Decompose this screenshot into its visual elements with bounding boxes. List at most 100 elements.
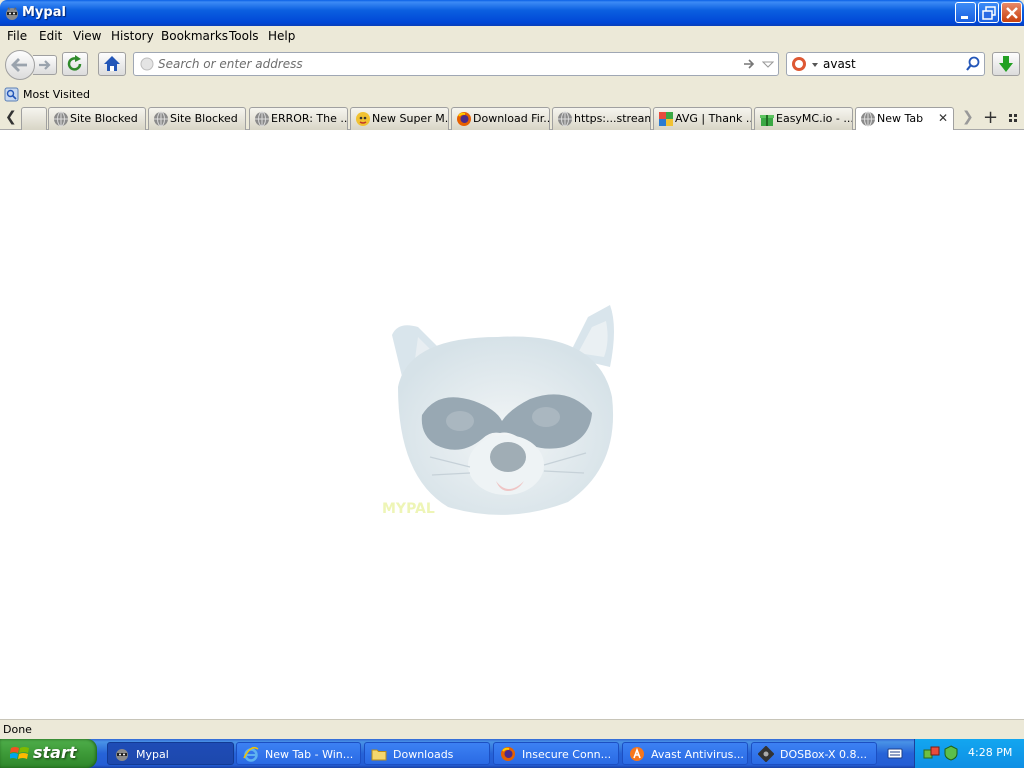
- scroll-tabs-left-button[interactable]: ❮: [5, 109, 17, 125]
- taskbar-item-avast[interactable]: Avast Antivirus...: [622, 742, 748, 765]
- tab-download-firefox[interactable]: Download Fir...: [451, 107, 550, 130]
- start-label: start: [33, 743, 77, 762]
- taskbar-item-label: New Tab - Win...: [265, 748, 354, 761]
- taskbar-item-label: Avast Antivirus...: [651, 748, 744, 761]
- tab-label: New Tab: [877, 112, 924, 125]
- menu-history[interactable]: History: [111, 29, 154, 43]
- minimize-icon: [961, 16, 968, 19]
- list-all-tabs-icon[interactable]: [1008, 112, 1020, 124]
- menu-help[interactable]: Help: [268, 29, 295, 43]
- forward-arrow-icon: [39, 60, 51, 70]
- tab-label: AVG | Thank ...: [675, 112, 752, 125]
- restore-icon: [982, 6, 996, 20]
- tab-strip: ❮ Site Blocked Site Blocked ERROR: The .…: [0, 106, 1024, 131]
- go-arrow-icon[interactable]: [742, 57, 756, 71]
- logo-text: MYPAL: [382, 501, 435, 517]
- history-dropdown-icon[interactable]: [762, 57, 774, 71]
- firefox-icon: [501, 747, 515, 761]
- tab-label: Site Blocked: [70, 112, 138, 125]
- reload-button[interactable]: [62, 52, 88, 76]
- menu-edit[interactable]: Edit: [39, 29, 62, 43]
- page-content: MYPAL: [0, 130, 1024, 719]
- taskbar-item-label: Mypal: [136, 748, 169, 761]
- mypal-raccoon-logo: MYPAL: [382, 305, 614, 517]
- taskbar-item-mypal[interactable]: Mypal: [107, 742, 234, 765]
- taskbar-item-downloads[interactable]: Downloads: [364, 742, 490, 765]
- menu-bar: File Edit View History Bookmarks Tools H…: [0, 26, 1024, 46]
- reload-icon: [67, 55, 82, 71]
- search-input[interactable]: avast: [823, 57, 856, 71]
- status-bar: Done: [0, 719, 1024, 739]
- tab-site-blocked-1[interactable]: Site Blocked: [48, 107, 146, 130]
- close-icon: [1006, 7, 1018, 19]
- address-bar[interactable]: [133, 52, 779, 76]
- download-arrow-icon: [999, 56, 1013, 72]
- tab-error[interactable]: ERROR: The ...: [249, 107, 348, 130]
- taskbar-item-label: Insecure Conn...: [522, 748, 612, 761]
- taskbar-item-label: Downloads: [393, 748, 454, 761]
- firefox-icon: [457, 112, 471, 126]
- keyboard-icon[interactable]: [887, 746, 903, 760]
- bookmark-most-visited[interactable]: Most Visited: [23, 88, 90, 101]
- tab-label: https:...stream: [574, 112, 651, 125]
- start-button[interactable]: start: [0, 739, 97, 768]
- tab-blank[interactable]: [21, 107, 47, 130]
- menu-view[interactable]: View: [73, 29, 101, 43]
- back-arrow-icon: [11, 58, 27, 72]
- close-button[interactable]: [1001, 2, 1022, 23]
- avg-icon: [659, 112, 673, 126]
- duckduckgo-icon[interactable]: [791, 56, 821, 72]
- back-button[interactable]: [5, 50, 35, 80]
- tab-https-stream[interactable]: https:...stream: [552, 107, 651, 130]
- raccoon-icon: [6, 7, 18, 20]
- ie-icon: [243, 746, 259, 762]
- window-title: Mypal: [22, 5, 66, 20]
- taskbar-item-insecure-connection[interactable]: Insecure Conn...: [493, 742, 619, 765]
- folder-icon: [371, 749, 387, 761]
- globe-icon: [54, 111, 68, 127]
- address-input[interactable]: [158, 56, 728, 72]
- raccoon-icon: [116, 749, 128, 761]
- shield-tray-icon[interactable]: [943, 745, 959, 761]
- minimize-button[interactable]: [955, 2, 976, 23]
- scroll-tabs-right-button[interactable]: ❯: [962, 109, 974, 125]
- most-visited-icon: [4, 87, 19, 102]
- forward-button[interactable]: [33, 55, 57, 75]
- tab-label: EasyMC.io - ...: [776, 112, 853, 125]
- search-bar[interactable]: avast: [786, 52, 985, 76]
- search-icon[interactable]: [965, 56, 981, 72]
- restore-button[interactable]: [978, 2, 999, 23]
- taskbar-item-new-tab-ie[interactable]: New Tab - Win...: [236, 742, 361, 765]
- taskbar-item-label: DOSBox-X 0.8...: [780, 748, 867, 761]
- tab-new-tab[interactable]: New Tab ✕: [855, 107, 954, 131]
- tab-avg-thank[interactable]: AVG | Thank ...: [653, 107, 752, 130]
- dosbox-icon: [758, 746, 774, 762]
- status-text: Done: [3, 723, 32, 736]
- tab-new-super-mario[interactable]: New Super M...: [350, 107, 449, 130]
- network-tray-icon[interactable]: [923, 745, 941, 761]
- tab-label: New Super M...: [372, 112, 449, 125]
- taskbar: start Mypal New Tab - Win... Downloads I…: [0, 739, 1024, 768]
- system-tray: 4:28 PM: [914, 739, 1024, 768]
- downloads-button[interactable]: [992, 52, 1020, 76]
- globe-icon: [558, 111, 572, 127]
- globe-icon: [861, 111, 875, 127]
- taskbar-item-dosbox[interactable]: DOSBox-X 0.8...: [751, 742, 877, 765]
- globe-icon: [154, 111, 168, 127]
- title-bar[interactable]: Mypal: [0, 0, 1024, 26]
- menu-bookmarks[interactable]: Bookmarks: [161, 29, 228, 43]
- home-button[interactable]: [98, 52, 126, 76]
- tab-label: ERROR: The ...: [271, 112, 348, 125]
- gift-icon: [760, 115, 774, 126]
- tab-site-blocked-2[interactable]: Site Blocked: [148, 107, 246, 130]
- new-tab-button[interactable]: +: [983, 107, 998, 128]
- tab-easymc[interactable]: EasyMC.io - ...: [754, 107, 853, 130]
- menu-tools[interactable]: Tools: [229, 29, 259, 43]
- close-tab-icon[interactable]: ✕: [938, 111, 948, 125]
- mario-icon: [356, 112, 370, 126]
- menu-file[interactable]: File: [7, 29, 27, 43]
- clock: 4:28 PM: [968, 746, 1013, 759]
- tab-label: Site Blocked: [170, 112, 238, 125]
- bookmarks-toolbar: Most Visited: [0, 84, 1024, 106]
- navigation-toolbar: avast: [0, 46, 1024, 84]
